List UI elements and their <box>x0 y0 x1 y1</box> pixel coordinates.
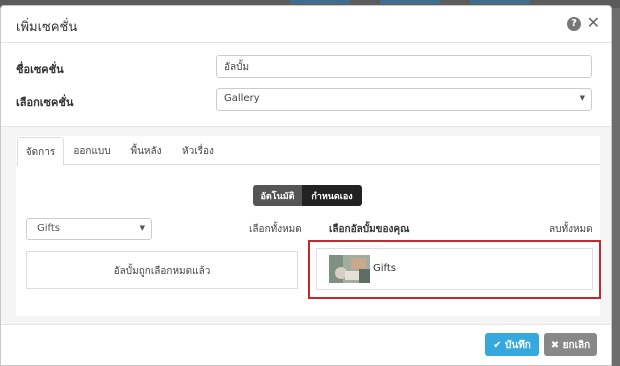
section-type-select[interactable]: Gallery ▼ <box>216 88 592 111</box>
empty-message: อัลบั้มถูกเลือกหมดแล้ว <box>113 266 211 277</box>
modal-header: เพิ่มเซคชั่น ? ✕ <box>1 6 611 43</box>
tab-manage[interactable]: จัดการ <box>17 137 64 166</box>
section-name-label: ชื่อเซคชั่น <box>16 63 64 76</box>
section-type-value: Gallery <box>224 93 260 104</box>
album-select-value: Gifts <box>37 223 61 234</box>
album-name: Gifts <box>373 263 397 274</box>
album-select[interactable]: Gifts ▼ <box>26 218 152 240</box>
cancel-button[interactable]: ✖ ยกเลิก <box>544 333 597 356</box>
caret-down-icon: ▼ <box>579 94 585 102</box>
tab-bar: จัดการ ออกแบบ พื้นหลัง หัวเรื่อง <box>16 136 600 166</box>
album-thumbnail <box>329 255 370 283</box>
save-button[interactable]: ✔ บันทึก <box>485 333 539 356</box>
tab-heading[interactable]: หัวเรื่อง <box>176 137 220 165</box>
auto-mode-button[interactable]: อัตโนมัติ <box>253 185 302 206</box>
question-circle-icon[interactable]: ? <box>567 17 581 31</box>
section-name-row: ชื่อเซคชั่น อัลบั้ม <box>1 55 611 79</box>
your-albums-heading: เลือกอัลบั้มของคุณ <box>329 224 410 235</box>
backdrop-strip <box>470 0 530 4</box>
backdrop-strip <box>290 0 350 4</box>
album-thumbnail-image <box>329 255 370 283</box>
add-section-modal: เพิ่มเซคชั่น ? ✕ ชื่อเซคชั่น อัลบั้ม เลื… <box>0 5 612 366</box>
modal-footer: ✔ บันทึก ✖ ยกเลิก <box>1 324 611 365</box>
x-icon: ✖ <box>550 340 560 351</box>
manual-mode-button[interactable]: กำหนดเอง <box>302 185 362 206</box>
modal-title: เพิ่มเซคชั่น <box>16 20 78 35</box>
section-type-label: เลือกเซคชั่น <box>16 96 74 109</box>
section-name-input[interactable]: อัลบั้ม <box>216 55 592 78</box>
backdrop-strip <box>380 0 440 4</box>
cancel-label: ยกเลิก <box>562 340 591 351</box>
section-type-row: เลือกเซคชั่น Gallery ▼ <box>1 88 611 112</box>
tab-background[interactable]: พื้นหลัง <box>124 137 168 165</box>
tab-design[interactable]: ออกแบบ <box>67 137 117 165</box>
caret-down-icon: ▼ <box>139 224 145 232</box>
available-albums-box: อัลบั้มถูกเลือกหมดแล้ว <box>26 251 298 289</box>
save-label: บันทึก <box>505 340 531 351</box>
selected-albums-highlight: Gifts <box>308 240 601 299</box>
check-icon: ✔ <box>493 340 502 351</box>
close-icon[interactable]: ✕ <box>587 14 600 32</box>
tab-panel: จัดการ ออกแบบ พื้นหลัง หัวเรื่อง อัตโนมั… <box>16 136 601 316</box>
select-all-link[interactable]: เลือกทั้งหมด <box>249 222 302 237</box>
selected-album-item[interactable]: Gifts <box>316 248 593 290</box>
delete-all-link[interactable]: ลบทั้งหมด <box>549 222 593 237</box>
